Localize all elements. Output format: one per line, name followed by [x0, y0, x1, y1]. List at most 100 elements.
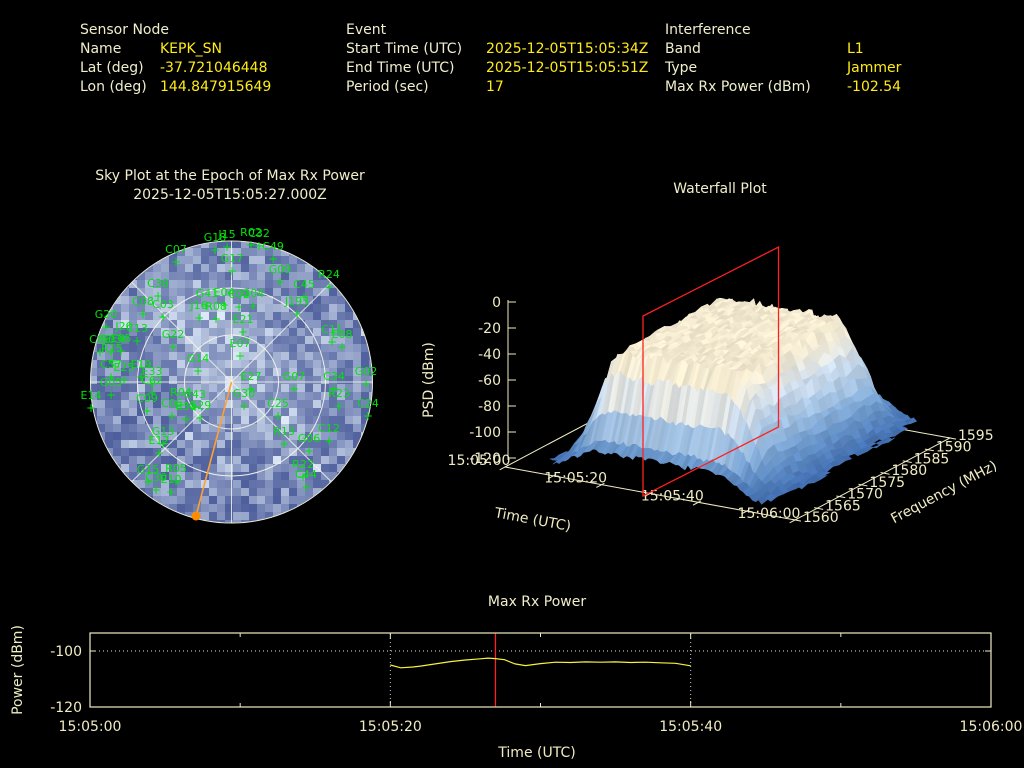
sky-plot-title: Sky Plot at the Epoch of Max Rx Power — [95, 168, 365, 184]
event-period-value: 17 — [486, 79, 504, 95]
time-tick-label: 15:06:00 — [738, 506, 801, 522]
satellite-marker: + — [279, 437, 289, 451]
interference-title: Interference — [665, 22, 751, 38]
satellite-marker: + — [275, 275, 285, 289]
sensor-name-value: KEPK_SN — [160, 41, 223, 57]
x-tick-label: 15:05:20 — [359, 719, 422, 735]
satellite-marker: + — [248, 299, 258, 313]
time-axis-label: Time (UTC) — [497, 745, 575, 761]
interference-type-value: Jammer — [847, 60, 902, 76]
interference-band-label: Band — [665, 41, 701, 57]
psd-tick-label: -80 — [478, 399, 501, 415]
psd-tick-label: -60 — [478, 373, 501, 389]
interference-type-label: Type — [665, 60, 698, 76]
satellite-marker: + — [304, 444, 314, 458]
psd-tick-label: -20 — [478, 321, 501, 337]
surface-cell — [757, 499, 769, 505]
satellite-marker: + — [181, 412, 191, 426]
x-tick-label: 15:06:00 — [960, 719, 1023, 735]
y-tick-label: -100 — [50, 644, 82, 660]
sensor-node-panel: Sensor Node Name KEPK_SN Lat (deg) -37.7… — [80, 21, 271, 97]
sensor-lat-value: -37.721046448 — [160, 60, 268, 76]
event-end-label: End Time (UTC) — [346, 60, 455, 76]
interference-power-value: -102.54 — [847, 79, 902, 95]
event-end-value: 2025-12-05T15:05:51Z — [486, 60, 649, 76]
satellite-marker: + — [235, 349, 245, 363]
satellite-marker: + — [210, 243, 220, 257]
event-end-row: End Time (UTC) 2025-12-05T15:05:51Z — [346, 59, 648, 78]
timeseries-frame — [89, 632, 992, 708]
satellite-marker: + — [193, 364, 203, 378]
satellite-marker: + — [166, 485, 176, 499]
y-tick-label: -120 — [50, 700, 82, 716]
interference-bearing-dot — [191, 511, 201, 521]
satellite-marker: + — [195, 411, 205, 425]
satellite-marker: + — [158, 310, 168, 324]
satellite-marker: + — [289, 382, 299, 396]
interference-band-row: Band L1 — [665, 40, 901, 59]
satellite-marker: + — [363, 409, 373, 423]
interference-type-row: Type Jammer — [665, 59, 901, 78]
time-tick-label: 15:05:40 — [641, 488, 704, 504]
sensor-lon-label: Lon (deg) — [80, 79, 147, 95]
satellite-marker: + — [151, 483, 161, 497]
satellite-marker: + — [168, 340, 178, 354]
sensor-node-title: Sensor Node — [80, 22, 169, 38]
satellite-marker: + — [171, 255, 181, 269]
sky-plot-subtitle: 2025-12-05T15:05:27.000Z — [133, 187, 327, 203]
event-start-row: Start Time (UTC) 2025-12-05T15:05:34Z — [346, 40, 648, 59]
satellite-marker: + — [324, 280, 334, 294]
satellite-marker: + — [132, 334, 142, 348]
time-tick-label: 15:05:00 — [448, 453, 511, 469]
satellite-marker: + — [334, 399, 344, 413]
dashboard-root: Sensor Node Name KEPK_SN Lat (deg) -37.7… — [0, 0, 1024, 768]
event-start-value: 2025-12-05T15:05:34Z — [486, 41, 649, 57]
satellite-marker: + — [337, 340, 347, 354]
satellite-marker: + — [101, 320, 111, 334]
power-axis-label: Power (dBm) — [10, 625, 26, 715]
satellite-marker: + — [301, 480, 311, 494]
sensor-name-label: Name — [80, 41, 122, 57]
satellite-marker: + — [138, 307, 148, 321]
interference-panel: Interference Band L1 Type Jammer Max Rx … — [665, 21, 901, 97]
sensor-lat-label: Lat (deg) — [80, 60, 144, 76]
satellite-marker: + — [154, 446, 164, 460]
time-axis-label: Time (UTC) — [492, 505, 572, 535]
sensor-name-row: Name KEPK_SN — [80, 40, 271, 59]
freq-tick-label: 1595 — [958, 428, 994, 444]
psd-tick-label: 0 — [492, 295, 501, 311]
x-tick-label: 15:05:00 — [59, 719, 122, 735]
satellite-marker: + — [234, 300, 244, 314]
satellite-marker: + — [292, 307, 302, 321]
waterfall-plot: 0-20-40-60-80-100-120PSD (dBm)15:05:0015… — [421, 245, 1000, 535]
psd-tick-label: -40 — [478, 347, 501, 363]
max-rx-power-plot: -100 -120 15:05:00 15:05:20 15:05:40 15:06:00… — [10, 625, 1023, 761]
event-period-row: Period (sec) 17 — [346, 78, 648, 97]
time-tick-label: 15:05:20 — [544, 471, 607, 487]
satellite-marker: + — [194, 311, 204, 325]
event-title: Event — [346, 22, 387, 38]
max-rx-power-series — [390, 657, 691, 669]
interference-power-row: Max Rx Power (dBm) -102.54 — [665, 78, 901, 97]
satellite-marker: + — [211, 312, 221, 326]
event-period-label: Period (sec) — [346, 79, 429, 95]
waterfall-title: Waterfall Plot — [673, 181, 767, 197]
sky-plot-overlay: C07+G18+J15+R02+C32+C49+G17+ G09+R24+C38+… — [81, 226, 379, 524]
interference-band-value: L1 — [847, 41, 864, 57]
event-start-label: Start Time (UTC) — [346, 41, 463, 57]
satellite-marker: + — [106, 388, 116, 402]
psd-axis-label: PSD (dBm) — [421, 342, 437, 418]
satellite-marker: + — [227, 264, 237, 278]
interference-power-label: Max Rx Power (dBm) — [665, 79, 811, 95]
satellite-marker: + — [324, 434, 334, 448]
sensor-lat-row: Lat (deg) -37.721046448 — [80, 59, 271, 78]
x-tick-label: 15:05:40 — [659, 719, 722, 735]
satellite-marker: + — [86, 401, 96, 415]
sensor-lon-value: 144.847915649 — [160, 79, 272, 95]
satellite-marker: + — [361, 377, 371, 391]
satellite-marker: + — [239, 399, 249, 413]
satellite-marker: + — [142, 404, 152, 418]
satellite-marker: + — [273, 409, 283, 423]
event-panel: Event Start Time (UTC) 2025-12-05T15:05:… — [346, 21, 648, 97]
sensor-lon-row: Lon (deg) 144.847915649 — [80, 78, 271, 97]
